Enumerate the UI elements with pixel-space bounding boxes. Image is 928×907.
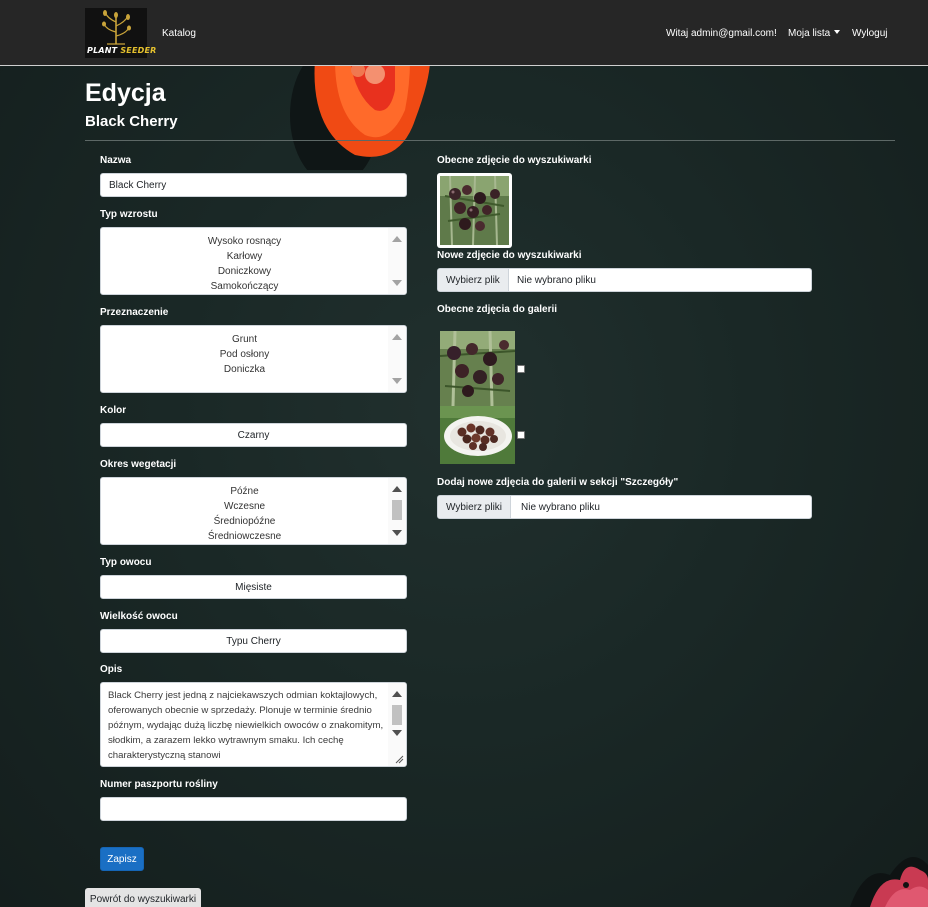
description-textarea[interactable]: Black Cherry jest jedną z najciekawszych… [100, 682, 407, 767]
select-option[interactable]: Późne [101, 484, 388, 499]
description-label: Opis [100, 664, 123, 675]
new-search-image-label: Nowe zdjęcie do wyszukiwarki [437, 250, 582, 261]
select-option[interactable]: Samokończący [101, 279, 388, 294]
new-search-image-file-input[interactable]: Wybierz plik Nie wybrano pliku [437, 268, 812, 292]
add-gallery-file-input[interactable]: Wybierz pliki Nie wybrano pliku [437, 495, 812, 519]
file-status: Nie wybrano pliku [517, 274, 596, 286]
scrollbar[interactable] [388, 478, 406, 544]
save-button[interactable]: Zapisz [100, 847, 144, 871]
select-option[interactable]: Karłowy [101, 249, 388, 264]
scroll-up-arrow-icon[interactable] [392, 691, 402, 697]
scroll-down-arrow-icon[interactable] [392, 280, 402, 286]
resize-handle-icon[interactable] [394, 754, 404, 764]
tomatoes-plate-image [440, 406, 515, 464]
scroll-down-arrow-icon[interactable] [392, 530, 402, 536]
nav-logout-link[interactable]: Wyloguj [852, 28, 887, 39]
tomato-vine-image [440, 331, 515, 406]
vegetation-label: Okres wegetacji [100, 459, 177, 470]
select-option[interactable]: Grunt [101, 332, 388, 347]
choose-file-button[interactable]: Wybierz plik [438, 269, 509, 291]
back-to-search-button[interactable]: Powrót do wyszukiwarki [85, 888, 201, 907]
fruit-size-select[interactable]: Typu Cherry [100, 629, 407, 653]
select-option[interactable]: Doniczka [101, 362, 388, 377]
background-flower-decoration [850, 857, 928, 907]
current-search-image-label: Obecne zdjęcie do wyszukiwarki [437, 155, 592, 166]
current-search-image [437, 173, 512, 248]
scroll-up-arrow-icon[interactable] [392, 236, 402, 242]
passport-label: Numer paszportu rośliny [100, 779, 218, 790]
scroll-down-arrow-icon[interactable] [392, 378, 402, 384]
file-status: Nie wybrano pliku [521, 501, 600, 513]
page-title: Edycja [85, 79, 166, 107]
gallery-image-1 [440, 331, 515, 406]
purpose-select[interactable]: Grunt Pod osłony Doniczka [100, 325, 407, 393]
select-option[interactable]: Wysoko rosnący [101, 234, 388, 249]
choose-files-button[interactable]: Wybierz pliki [438, 496, 512, 518]
nav-greeting: Witaj admin@gmail.com! [666, 28, 777, 39]
name-label: Nazwa [100, 155, 132, 166]
passport-input[interactable] [100, 797, 407, 821]
select-option[interactable]: Doniczkowy [101, 264, 388, 279]
select-option[interactable]: Wczesne [101, 499, 388, 514]
color-label: Kolor [100, 405, 127, 416]
scrollbar-thumb[interactable] [392, 500, 402, 520]
name-input[interactable]: Black Cherry [100, 173, 407, 197]
gallery-image-2-checkbox[interactable] [517, 431, 525, 439]
logo-word-seeder: SEEDER [120, 46, 157, 55]
scroll-down-arrow-icon[interactable] [392, 730, 402, 736]
scroll-up-arrow-icon[interactable] [392, 486, 402, 492]
gallery-image-2 [440, 406, 515, 464]
vegetation-select[interactable]: Późne Wczesne Średniopóźne Średniowczesn… [100, 477, 407, 545]
growth-type-select[interactable]: Wysoko rosnący Karłowy Doniczkowy Samoko… [100, 227, 407, 295]
color-select[interactable]: Czarny [100, 423, 407, 447]
logo-word-plant: PLANT [87, 46, 118, 55]
caret-down-icon [834, 30, 841, 34]
fruit-size-label: Wielkość owocu [100, 611, 178, 622]
scrollbar[interactable] [388, 326, 406, 392]
growth-type-label: Typ wzrostu [100, 209, 158, 220]
tomato-vine-image [440, 176, 509, 245]
background-pepper-decoration [290, 60, 430, 170]
nav-my-list-dropdown[interactable]: Moja lista [788, 28, 841, 39]
scrollbar-thumb[interactable] [392, 705, 402, 725]
add-gallery-label: Dodaj nowe zdjęcia do galerii w sekcji "… [437, 477, 679, 488]
fruit-type-select[interactable]: Mięsiste [100, 575, 407, 599]
gallery-label: Obecne zdjęcia do galerii [437, 304, 558, 315]
nav-catalog-link[interactable]: Katalog [162, 28, 196, 39]
select-option[interactable]: Średniopóźne [101, 514, 388, 529]
scrollbar[interactable] [388, 228, 406, 294]
plant-icon [102, 10, 131, 45]
nav-my-list-label: Moja lista [788, 28, 831, 39]
plant-seeder-logo[interactable]: PLANT SEEDER [85, 8, 156, 58]
description-text[interactable]: Black Cherry jest jedną z najciekawszych… [108, 688, 388, 763]
purpose-label: Przeznaczenie [100, 307, 169, 318]
header-divider [85, 140, 895, 141]
scroll-up-arrow-icon[interactable] [392, 334, 402, 340]
gallery-image-1-checkbox[interactable] [517, 365, 525, 373]
select-option[interactable]: Pod osłony [101, 347, 388, 362]
page-subtitle: Black Cherry [85, 113, 178, 130]
navbar: PLANT SEEDER Katalog Witaj admin@gmail.c… [0, 0, 928, 66]
fruit-type-label: Typ owocu [100, 557, 152, 568]
logo-text: PLANT SEEDER [87, 46, 156, 55]
select-option[interactable]: Średniowczesne [101, 529, 388, 544]
